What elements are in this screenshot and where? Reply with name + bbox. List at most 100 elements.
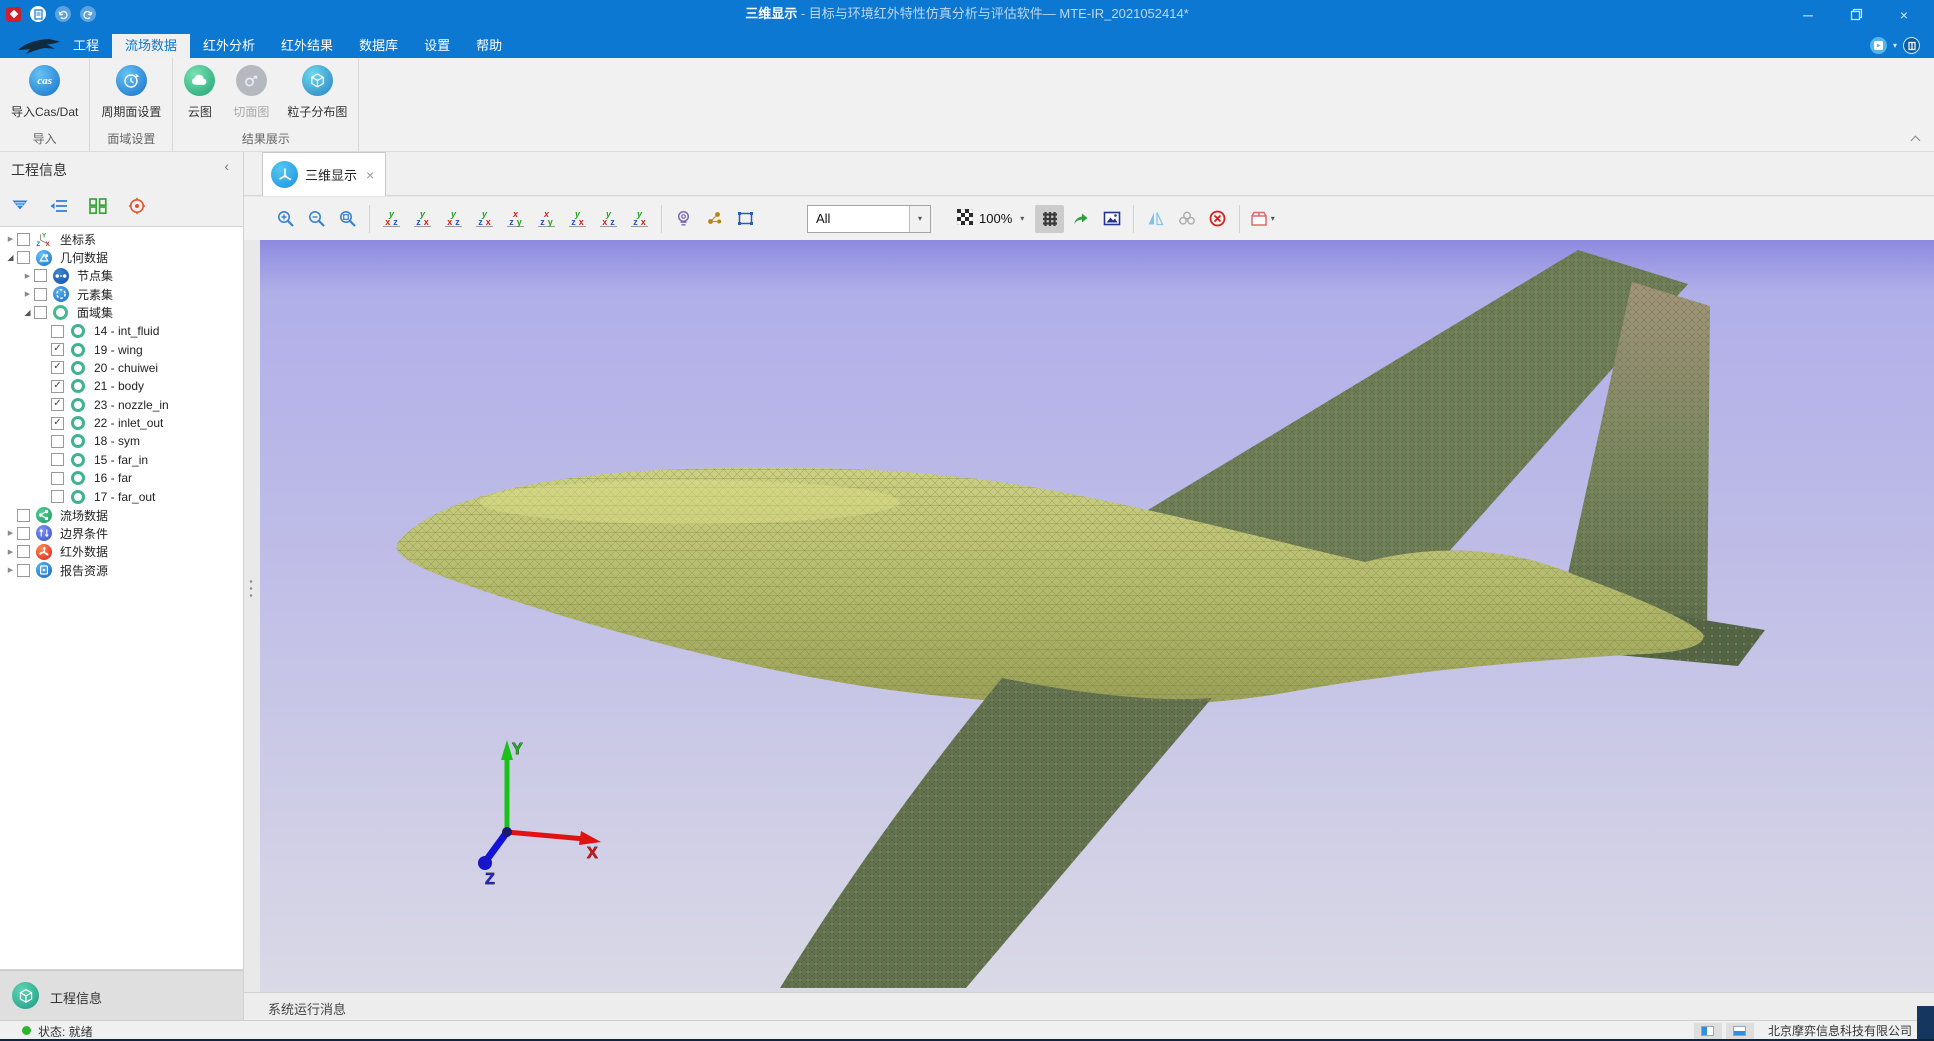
zoom-fit-icon[interactable]	[333, 205, 362, 233]
view-back-icon[interactable]: yzx	[408, 205, 437, 233]
box-save-icon[interactable]: ▾	[1247, 205, 1276, 233]
expander-icon[interactable]: ▶	[4, 566, 17, 574]
tree-item-22-inlet-out[interactable]: ✓22 - inlet_out	[0, 414, 243, 432]
tree-checkbox[interactable]: ✓	[51, 380, 64, 393]
tree-item-16-far[interactable]: 16 - far	[0, 469, 243, 487]
tree-checkbox[interactable]	[17, 545, 30, 558]
tree-item-node-17[interactable]: ▶红外数据	[0, 543, 243, 561]
filter-icon[interactable]	[8, 195, 32, 217]
layout-bottom-icon[interactable]	[1726, 1023, 1754, 1039]
tree-item-19-wing[interactable]: ✓19 - wing	[0, 340, 243, 358]
close-tab-icon[interactable]: ×	[366, 167, 374, 183]
expander-icon[interactable]: ▶	[4, 548, 17, 556]
tree-checkbox[interactable]: ✓	[51, 361, 64, 374]
tree-checkbox[interactable]	[51, 435, 64, 448]
menu-item-0[interactable]: 工程	[60, 34, 112, 58]
expander-icon[interactable]: ▶	[21, 272, 34, 280]
tree-item-20-chuiwei[interactable]: ✓20 - chuiwei	[0, 359, 243, 377]
snapshot-icon[interactable]	[1097, 205, 1126, 233]
expander-icon[interactable]: ▶	[21, 290, 34, 298]
target-icon[interactable]	[125, 195, 149, 217]
tree-checkbox[interactable]	[34, 306, 47, 319]
ribbon-button-1-0[interactable]: 周期面设置	[92, 65, 170, 120]
help-book-icon[interactable]	[1903, 37, 1920, 54]
view-iso3-icon[interactable]: yzx	[625, 205, 654, 233]
tree-item-node-2[interactable]: ▶节点集	[0, 267, 243, 285]
view-bottom-icon[interactable]: xzy	[532, 205, 561, 233]
style-switch-icon[interactable]	[1870, 37, 1887, 54]
grid-icon[interactable]	[1035, 205, 1064, 233]
menu-item-3[interactable]: 红外结果	[268, 34, 346, 58]
view-front-icon[interactable]: yxz	[377, 205, 406, 233]
expander-icon[interactable]: ◢	[21, 308, 34, 317]
layout-left-icon[interactable]	[1694, 1023, 1722, 1039]
tree-item-node-15[interactable]: 流场数据	[0, 506, 243, 524]
chevron-down-icon[interactable]: ▾	[1893, 41, 1897, 50]
view-left-icon[interactable]: yxz	[439, 205, 468, 233]
grid4-icon[interactable]	[86, 195, 110, 217]
tree-checkbox[interactable]: ✓	[51, 417, 64, 430]
ribbon-button-0-0[interactable]: cas导入Cas/Dat	[2, 65, 87, 120]
view-right-icon[interactable]: yzx	[470, 205, 499, 233]
tree-checkbox[interactable]	[34, 269, 47, 282]
expander-icon[interactable]: ◢	[4, 253, 17, 262]
ribbon-button-2-1[interactable]: 切面图	[224, 65, 278, 120]
collapse-ribbon-button[interactable]	[1912, 137, 1920, 145]
tree-checkbox[interactable]	[51, 472, 64, 485]
ribbon-button-2-2[interactable]: 粒子分布图	[278, 65, 356, 120]
tree-item-node-18[interactable]: ▶报告资源	[0, 561, 243, 579]
menu-item-6[interactable]: 帮助	[463, 34, 515, 58]
tree-item-18-sym[interactable]: 18 - sym	[0, 432, 243, 450]
tree-checkbox[interactable]	[51, 490, 64, 503]
view-iso2-icon[interactable]: yxz	[594, 205, 623, 233]
menu-item-2[interactable]: 红外分析	[190, 34, 268, 58]
view-iso1-icon[interactable]: yzx	[563, 205, 592, 233]
mirror-icon[interactable]	[1141, 205, 1170, 233]
tree-item-node-1[interactable]: ◢几何数据	[0, 248, 243, 266]
viewport-3d[interactable]: Y X Z	[260, 240, 1934, 992]
tree-checkbox[interactable]	[17, 509, 30, 522]
tree-item-21-body[interactable]: ✓21 - body	[0, 377, 243, 395]
chevron-down-icon[interactable]: ▾	[909, 206, 930, 232]
tree-checkbox[interactable]	[17, 527, 30, 540]
tree-item-14-int-fluid[interactable]: 14 - int_fluid	[0, 322, 243, 340]
tree-item-17-far-out[interactable]: 17 - far_out	[0, 487, 243, 505]
tree-checkbox[interactable]	[17, 251, 30, 264]
tree-item-node-3[interactable]: ▶元素集	[0, 285, 243, 303]
lamp-icon[interactable]	[669, 205, 698, 233]
tree-checkbox[interactable]	[51, 325, 64, 338]
export-icon[interactable]	[1066, 205, 1095, 233]
panel-splitter[interactable]	[244, 240, 260, 992]
view-top-icon[interactable]: xzy	[501, 205, 530, 233]
tree-checkbox[interactable]: ✓	[51, 398, 64, 411]
tree-checkbox[interactable]: ✓	[51, 343, 64, 356]
cloud-outline-icon[interactable]	[1172, 205, 1201, 233]
select-box-icon[interactable]	[731, 205, 760, 233]
restore-button[interactable]	[1832, 0, 1880, 29]
display-filter-select[interactable]: All▾	[807, 205, 931, 233]
tree-item-node-0[interactable]: ▶YZX坐标系	[0, 230, 243, 248]
menu-item-1[interactable]: 流场数据	[112, 34, 190, 58]
menu-item-5[interactable]: 设置	[411, 34, 463, 58]
collapse-panel-button[interactable]: ‹	[224, 158, 229, 174]
tree-item-15-far-in[interactable]: 15 - far_in	[0, 451, 243, 469]
particles-icon[interactable]	[700, 205, 729, 233]
tree-checkbox[interactable]	[51, 453, 64, 466]
ribbon-button-2-0[interactable]: 云图	[175, 65, 224, 120]
tree-checkbox[interactable]	[17, 564, 30, 577]
tree-checkbox[interactable]	[17, 233, 30, 246]
menu-item-4[interactable]: 数据库	[346, 34, 411, 58]
panel-footer[interactable]: 工程信息	[0, 970, 243, 1021]
opacity-control[interactable]: 100%▾	[957, 209, 1024, 228]
cancel-icon[interactable]	[1203, 205, 1232, 233]
tree-item-node-4[interactable]: ◢面域集	[0, 304, 243, 322]
expander-icon[interactable]: ▶	[4, 529, 17, 537]
tree-checkbox[interactable]	[34, 288, 47, 301]
zoom-in-icon[interactable]	[271, 205, 300, 233]
expander-icon[interactable]: ▶	[4, 235, 17, 243]
tab-3d-view[interactable]: 三维显示 ×	[262, 152, 386, 196]
list-collapse-icon[interactable]	[47, 195, 71, 217]
splitter-handle-icon[interactable]	[249, 578, 253, 600]
tree-item-node-16[interactable]: ▶边界条件	[0, 524, 243, 542]
tree-item-23-nozzle-in[interactable]: ✓23 - nozzle_in	[0, 396, 243, 414]
